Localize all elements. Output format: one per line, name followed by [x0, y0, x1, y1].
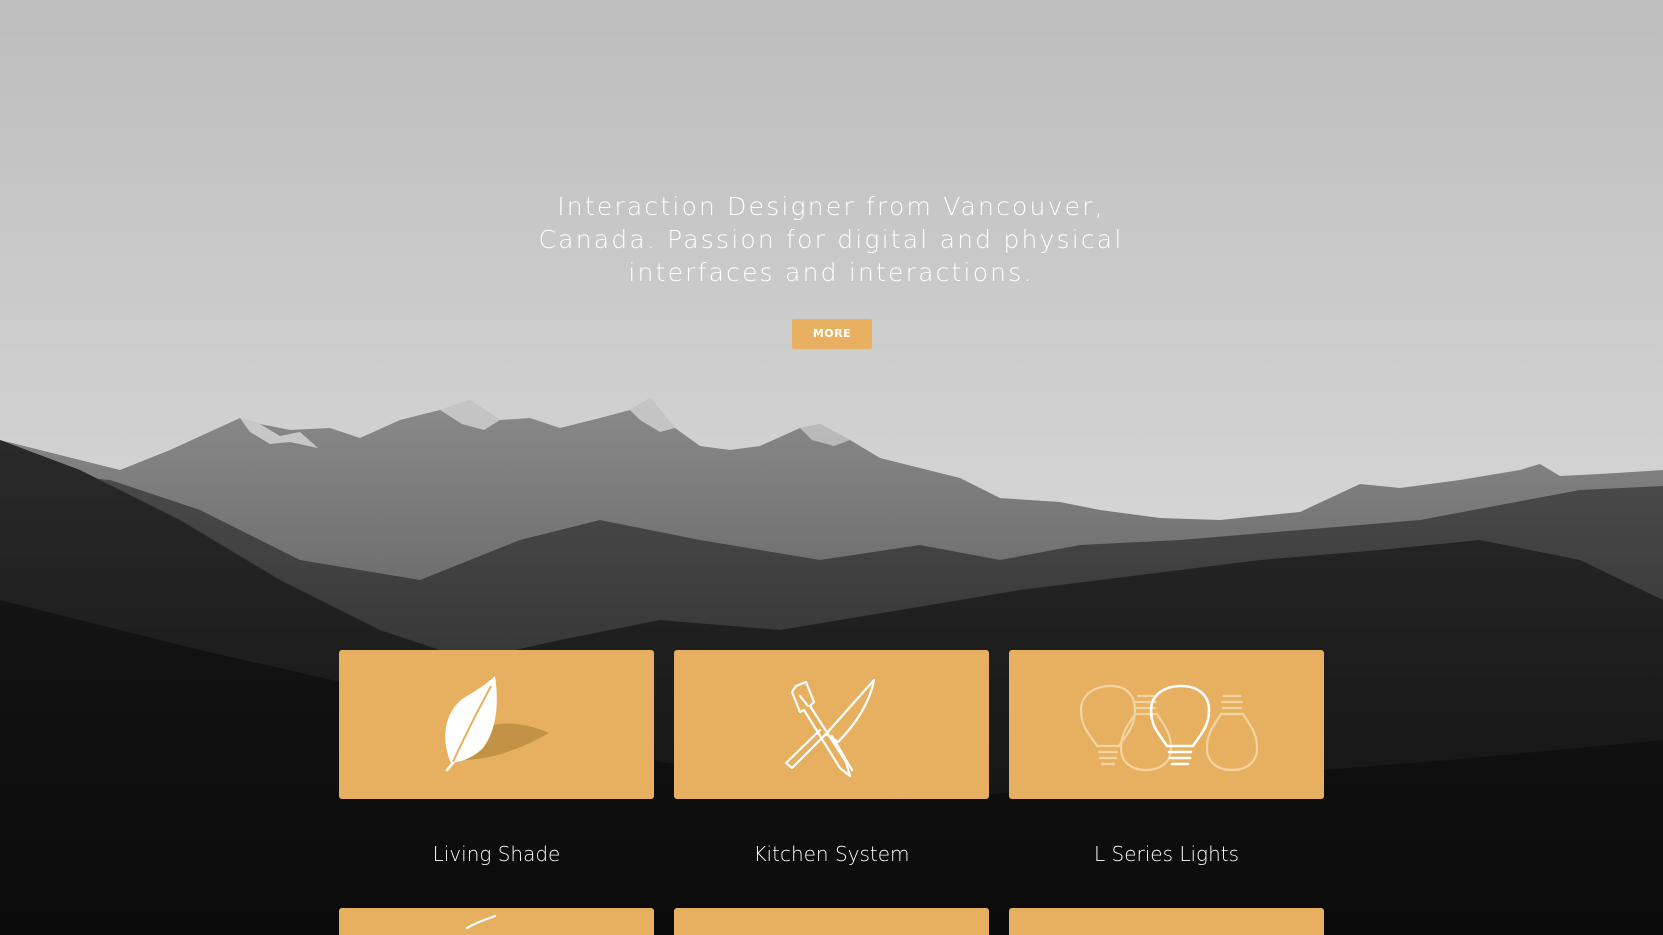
project-card-kitchen-system[interactable]	[674, 650, 989, 799]
project-label-kitchen-system: Kitchen System	[753, 842, 910, 866]
more-button[interactable]: MORE	[792, 319, 872, 349]
project-card-row2-2[interactable]	[674, 908, 989, 935]
project-label-living-shade: Living Shade	[432, 842, 561, 866]
leaf-icon	[465, 914, 497, 930]
hero-tagline: Interaction Designer from Vancouver, Can…	[538, 192, 1124, 287]
project-card-l-series-lights[interactable]	[1009, 650, 1324, 799]
project-card-living-shade[interactable]	[339, 650, 654, 799]
light-bulbs-icon	[1079, 684, 1259, 772]
leaf-icon	[445, 676, 549, 772]
kitchen-utensils-icon	[784, 678, 876, 778]
project-label-l-series-lights: L Series Lights	[1094, 842, 1239, 866]
project-card-row2-1[interactable]	[339, 908, 654, 935]
hero-section: Interaction Designer from Vancouver, Can…	[0, 0, 1663, 935]
project-card-row2-3[interactable]	[1009, 908, 1324, 935]
